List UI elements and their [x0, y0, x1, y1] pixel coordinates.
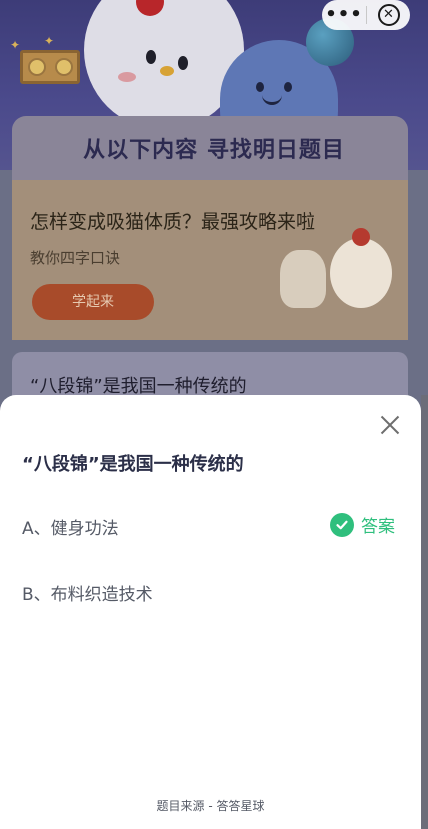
more-icon[interactable]: •••	[322, 0, 366, 30]
blue-mascot-eye	[256, 82, 264, 92]
mini-program-capsule: ••• ✕	[322, 0, 410, 30]
mascot-eye	[178, 56, 188, 70]
mascot-beak	[160, 66, 174, 76]
question-source: 题目来源 - 答答星球	[156, 799, 265, 813]
answer-badge: 答案	[330, 512, 395, 537]
chick-comb	[352, 228, 370, 246]
card-title: 从以下内容 寻找明日题目	[83, 138, 345, 163]
blue-mascot-eye	[284, 82, 292, 92]
option-a[interactable]: A、健身功法	[22, 514, 119, 539]
option-b[interactable]: B、布料织造技术	[22, 580, 153, 605]
medal-board	[20, 50, 80, 84]
answer-label: 答案	[361, 517, 395, 537]
scrollbar-edge	[421, 395, 428, 829]
sparkle-icon: ✦	[44, 34, 55, 48]
cat-illustration	[280, 250, 326, 308]
question-title: “八段锦”是我国一种传统的	[22, 454, 244, 475]
mascot-cheek	[118, 72, 136, 82]
sparkle-icon: ✦	[10, 38, 21, 52]
close-icon[interactable]	[376, 411, 404, 439]
mascot-eye	[146, 50, 156, 64]
promo-title: 怎样变成吸猫体质？最强攻略来啦	[30, 211, 316, 233]
chick-illustration	[330, 238, 392, 308]
promo-button[interactable]: 学起来	[32, 284, 154, 320]
check-circle-icon	[330, 512, 354, 537]
promo-subtitle: 教你四字口诀	[30, 249, 121, 267]
close-circle-icon: ✕	[377, 4, 400, 26]
close-circle-button[interactable]: ✕	[367, 4, 410, 26]
